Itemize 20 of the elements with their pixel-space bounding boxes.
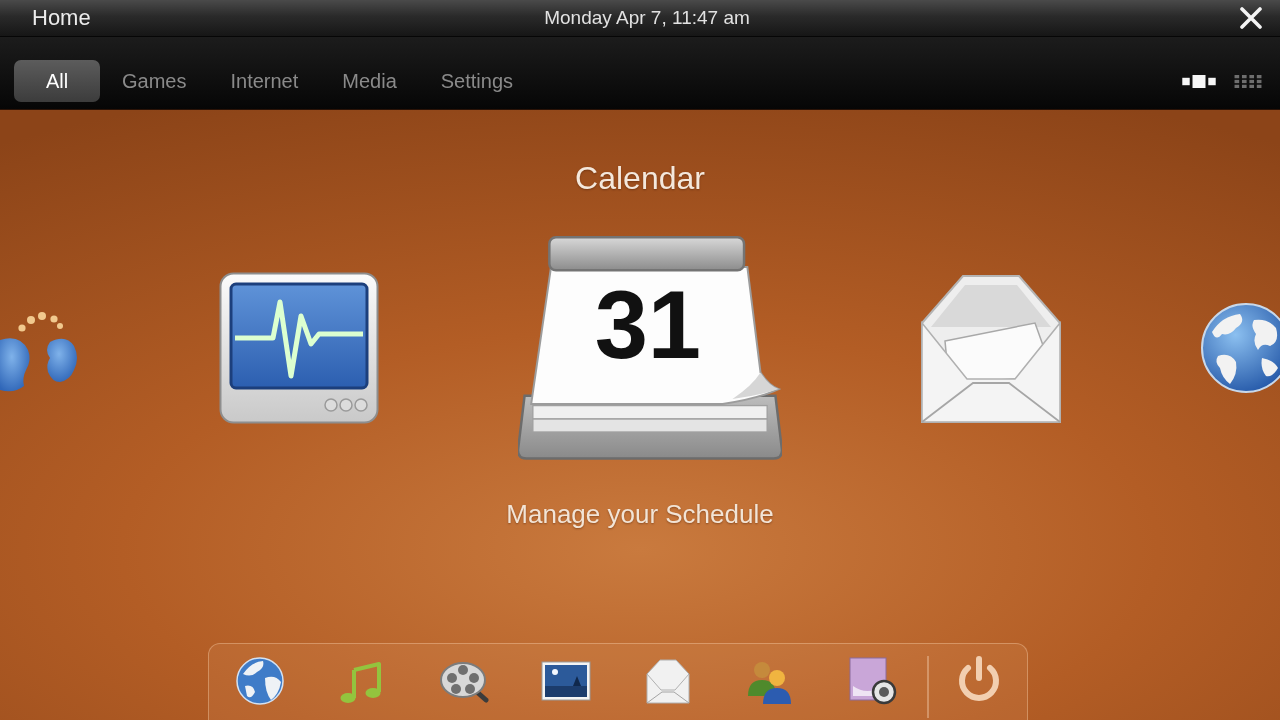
tab[interactable]: Internet (208, 60, 321, 102)
picture-webcam-icon[interactable] (847, 656, 897, 706)
tab[interactable]: Media (320, 60, 419, 102)
app-title: Calendar (575, 159, 705, 198)
globe-icon[interactable] (1200, 302, 1280, 394)
envelope-icon[interactable] (643, 656, 693, 706)
tab[interactable]: All (14, 60, 100, 102)
grid-view-icon[interactable] (1234, 74, 1262, 88)
envelope-icon[interactable] (921, 273, 1061, 423)
carousel-view-icon[interactable] (1182, 74, 1216, 88)
tab[interactable]: Games (100, 60, 209, 102)
screen-title: Home (32, 5, 91, 31)
close-icon[interactable] (1240, 7, 1262, 29)
date-time: Monday Apr 7, 11:47 am (544, 7, 750, 29)
globe-icon[interactable] (235, 656, 285, 706)
calendar-date: 31 (594, 277, 702, 373)
calendar-icon[interactable] (518, 234, 782, 462)
tab[interactable]: Settings (418, 60, 536, 102)
heartbeat-monitor-icon[interactable] (219, 272, 379, 424)
app-description: Manage your Schedule (506, 498, 774, 530)
